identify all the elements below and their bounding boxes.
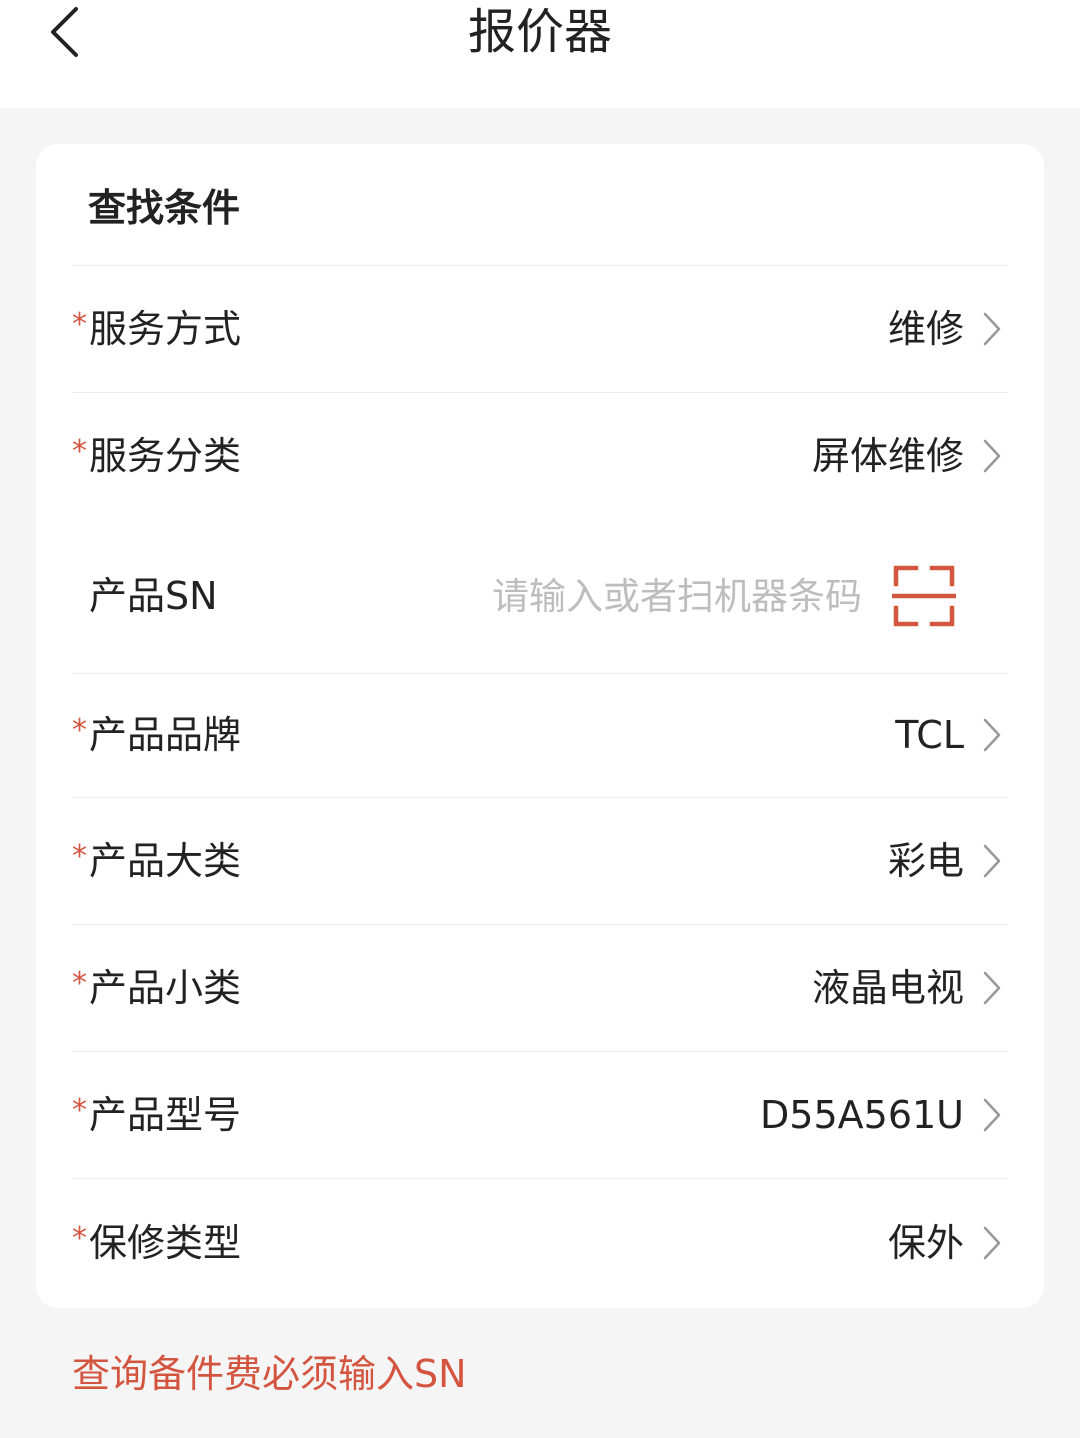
row-value: TCL <box>895 713 964 757</box>
chevron-right-icon <box>983 971 1001 1004</box>
scan-icon[interactable] <box>892 564 956 628</box>
row-label: *产品型号 <box>72 1092 242 1137</box>
required-mark: * <box>72 1092 87 1128</box>
required-mark: * <box>72 965 87 1001</box>
required-mark: * <box>72 433 87 469</box>
card-title: 查找条件 <box>88 186 241 230</box>
row-product-model[interactable]: *产品型号 D55A561U <box>72 1051 1008 1178</box>
row-warranty-type[interactable]: *保修类型 保外 <box>72 1178 1008 1308</box>
row-label: *产品大类 <box>72 838 242 883</box>
chevron-right-icon <box>983 312 1001 345</box>
row-value: 液晶电视 <box>811 965 964 1010</box>
chevron-right-icon <box>983 1098 1001 1131</box>
row-label: *服务方式 <box>72 306 242 351</box>
chevron-right-icon <box>983 1226 1001 1260</box>
page-title: 报价器 <box>467 4 612 60</box>
chevron-right-icon <box>983 439 1001 472</box>
sn-input[interactable] <box>442 568 862 624</box>
row-value: 屏体维修 <box>811 433 964 478</box>
row-value: 彩电 <box>887 838 964 883</box>
row-label: *产品小类 <box>72 965 242 1010</box>
row-label: *保修类型 <box>72 1221 242 1265</box>
chevron-right-icon <box>983 844 1001 877</box>
row-service-method[interactable]: *服务方式 维修 <box>72 265 1008 392</box>
row-value: D55A561U <box>760 1092 964 1137</box>
row-product-brand[interactable]: *产品品牌 TCL <box>72 673 1008 797</box>
row-label: 产品SN <box>89 574 218 618</box>
chevron-left-icon <box>51 7 78 57</box>
row-service-category[interactable]: *服务分类 屏体维修 <box>72 392 1008 519</box>
required-mark: * <box>72 713 87 748</box>
row-product-minor-category[interactable]: *产品小类 液晶电视 <box>72 924 1008 1051</box>
row-value: 维修 <box>887 306 964 351</box>
back-button[interactable] <box>30 0 100 64</box>
row-label: *服务分类 <box>72 433 242 478</box>
sn-required-notice: 查询备件费必须输入SN <box>72 1352 467 1396</box>
row-product-sn: 产品SN <box>72 519 1008 673</box>
required-mark: * <box>72 1221 87 1256</box>
required-mark: * <box>72 306 87 342</box>
search-conditions-card: 查找条件 *服务方式 维修 *服务分类 屏体维修 产品SN * <box>36 144 1044 1308</box>
chevron-right-icon <box>983 718 1001 752</box>
top-bar: 报价器 <box>0 0 1080 108</box>
required-mark: * <box>72 838 87 874</box>
row-value: 保外 <box>887 1221 964 1265</box>
row-label: *产品品牌 <box>72 713 242 757</box>
row-product-major-category[interactable]: *产品大类 彩电 <box>72 797 1008 924</box>
